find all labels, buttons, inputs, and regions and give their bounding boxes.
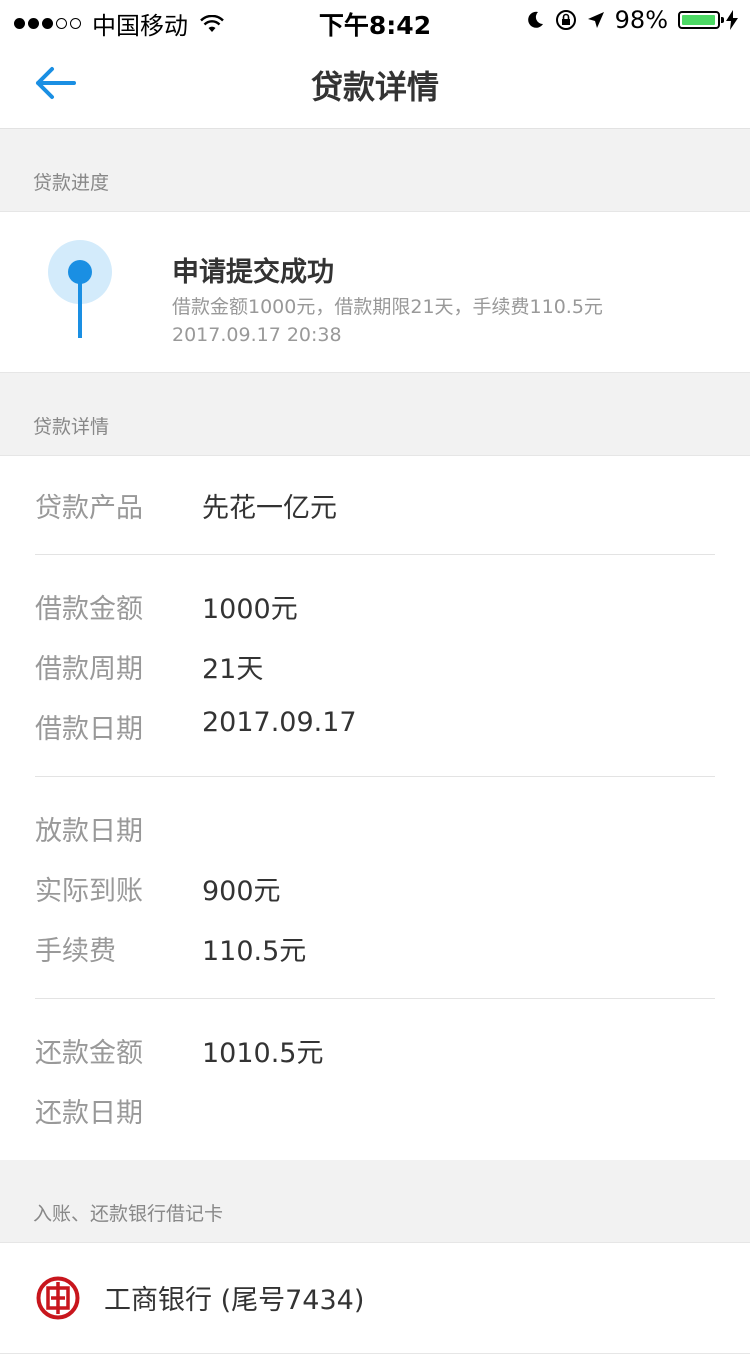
rotation-lock-icon [555,10,576,30]
location-arrow-icon [587,12,604,28]
progress-pin-icon [48,240,112,338]
battery-level [682,15,716,25]
detail-value: 1010.5元 [202,1038,324,1069]
detail-row-loan-period: 借款周期 21天 [35,647,715,687]
detail-row-product: 贷款产品 先花一亿元 [35,486,715,526]
detail-label: 还款日期 [35,1098,143,1129]
detail-label: 借款周期 [35,654,143,685]
progress-status-title: 申请提交成功 [172,257,334,288]
section-header-label: 入账、还款银行借记卡 [33,1203,224,1225]
progress-time: 2017.09.17 20:38 [172,324,342,346]
bank-card-row[interactable]: 工商银行 (尾号7434) [0,1242,750,1354]
bank-card-name: 工商银行 (尾号7434) [104,1285,365,1316]
detail-value: 21天 [202,654,264,685]
battery-icon [678,11,724,29]
progress-section-header: 贷款进度 [0,129,750,211]
battery-tip [721,17,724,23]
detail-value: 1000元 [202,594,298,625]
detail-label: 放款日期 [35,816,143,847]
battery-percent: 98% [614,6,668,34]
detail-label: 借款金额 [35,594,143,625]
detail-row-actual-received: 实际到账 900元 [35,869,715,909]
detail-row-repay-amount: 还款金额 1010.5元 [35,1031,715,1071]
detail-value: 先花一亿元 [202,493,337,524]
detail-row-repay-date: 还款日期 [35,1091,715,1131]
divider [35,998,715,999]
detail-label: 手续费 [35,936,116,967]
section-header-label: 贷款详情 [33,416,110,438]
nav-bar: 贷款详情 [0,40,750,129]
progress-card: 申请提交成功 借款金额1000元，借款期限21天，手续费110.5元 2017.… [0,211,750,373]
loan-detail-card: 贷款产品 先花一亿元 借款金额 1000元 借款周期 21天 借款日期 2017… [0,455,750,1161]
detail-row-fee: 手续费 110.5元 [35,929,715,969]
icbc-bank-logo-icon [36,1276,80,1320]
detail-label: 实际到账 [35,876,143,907]
detail-row-loan-date: 借款日期 2017.09.17 [35,707,715,747]
detail-value: 2017.09.17 [202,707,357,738]
detail-section-header: 贷款详情 [0,373,750,455]
detail-label: 还款金额 [35,1038,143,1069]
detail-value: 900元 [202,876,281,907]
divider [35,554,715,555]
detail-row-loan-amount: 借款金额 1000元 [35,587,715,627]
page-title: 贷款详情 [310,68,439,106]
moon-icon [527,11,543,28]
progress-description: 借款金额1000元，借款期限21天，手续费110.5元 [172,296,603,318]
section-header-label: 贷款进度 [33,172,110,194]
divider [35,776,715,777]
detail-label: 贷款产品 [35,493,143,524]
charging-bolt-icon [726,10,738,30]
status-bar: 中国移动 下午8:42 98% [0,0,750,40]
bank-section-header: 入账、还款银行借记卡 [0,1160,750,1242]
detail-value: 110.5元 [202,936,307,967]
detail-label: 借款日期 [35,714,143,745]
detail-row-disburse-date: 放款日期 [35,809,715,849]
status-right: 98% [515,6,738,34]
